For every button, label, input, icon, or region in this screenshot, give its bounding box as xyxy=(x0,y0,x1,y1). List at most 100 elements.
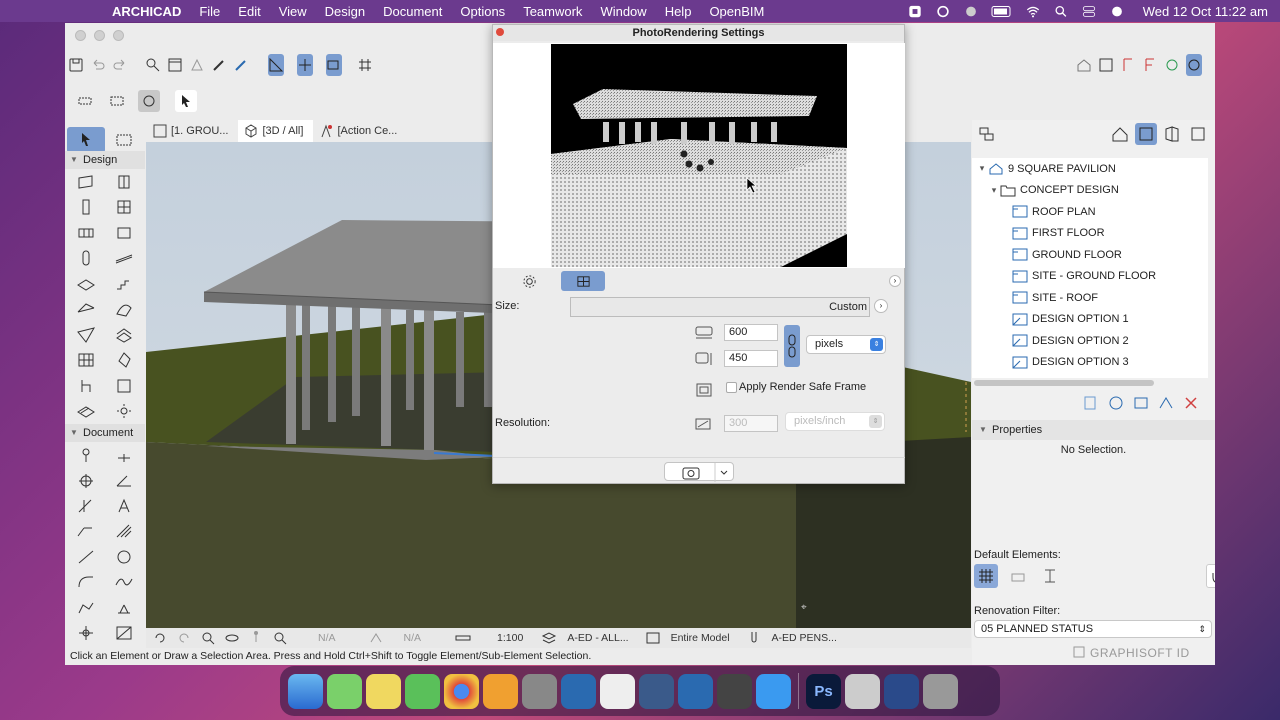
menu-document[interactable]: Document xyxy=(374,4,451,19)
siri-icon[interactable] xyxy=(1109,5,1125,18)
tree-item-design-option-1[interactable]: DESIGN OPTION 1 xyxy=(972,309,1208,331)
section-icon[interactable] xyxy=(1120,54,1136,76)
wall-icon[interactable] xyxy=(67,169,105,195)
archicad-2-icon[interactable] xyxy=(678,673,713,709)
arrow-select-icon[interactable] xyxy=(67,127,105,153)
elevation-dimension-icon[interactable] xyxy=(67,493,105,519)
battery-icon[interactable] xyxy=(991,5,1013,18)
new-folder-icon[interactable] xyxy=(1107,394,1125,412)
elevation-icon[interactable] xyxy=(1142,54,1158,76)
magic-wand-icon[interactable] xyxy=(167,54,183,76)
model-view-options[interactable]: Entire Model xyxy=(667,632,734,644)
mesh-icon[interactable] xyxy=(105,348,143,374)
level-dimension-icon[interactable] xyxy=(105,442,143,468)
floor-plan-icon[interactable] xyxy=(1098,54,1114,76)
tree-item-concept-design[interactable]: ▾ CONCEPT DESIGN xyxy=(972,180,1208,202)
redo-view-icon[interactable] xyxy=(174,630,194,646)
messages-icon[interactable] xyxy=(327,673,362,709)
dimension-icon[interactable] xyxy=(67,442,105,468)
column-icon[interactable] xyxy=(67,195,105,221)
eyedropper-icon[interactable] xyxy=(211,54,227,76)
angle-dimension-icon[interactable] xyxy=(105,468,143,494)
curtain-grid-icon[interactable] xyxy=(67,348,105,374)
size-preset-menu-icon[interactable]: › xyxy=(874,299,888,313)
tree-item-design-option-2[interactable]: DESIGN OPTION 2 xyxy=(972,330,1208,352)
reminders-icon[interactable] xyxy=(600,673,635,709)
suspend-groups-icon[interactable] xyxy=(326,54,342,76)
clone-folder-icon[interactable] xyxy=(1132,394,1150,412)
render-settings-tab-icon[interactable] xyxy=(507,271,551,291)
render-preview[interactable] xyxy=(493,43,905,268)
scale-right-value[interactable]: N/A xyxy=(400,632,426,644)
save-icon[interactable] xyxy=(68,54,84,76)
slab-icon[interactable] xyxy=(67,271,105,297)
marquee-select-icon[interactable] xyxy=(106,90,128,112)
pen-set[interactable]: A-ED PENS... xyxy=(768,632,841,644)
printer-icon[interactable] xyxy=(1006,564,1030,588)
3d-window-icon[interactable] xyxy=(1164,54,1180,76)
zone-icon[interactable] xyxy=(67,373,105,399)
railing-icon[interactable] xyxy=(105,246,143,272)
arrow-tool-icon[interactable] xyxy=(175,90,197,112)
beam-icon[interactable] xyxy=(67,220,105,246)
menubar-clock[interactable]: Wed 12 Oct 11:22 am xyxy=(1143,4,1268,19)
zoom-window-button[interactable] xyxy=(113,29,124,41)
marquee-icon[interactable] xyxy=(189,54,205,76)
tab-3d-all[interactable]: [3D / All] xyxy=(238,120,314,142)
polyline-icon[interactable] xyxy=(67,595,105,621)
pages-icon[interactable] xyxy=(483,673,518,709)
roof-icon[interactable] xyxy=(67,297,105,323)
size-unit-select[interactable]: pixels ⇕ xyxy=(806,335,886,354)
menu-help[interactable]: Help xyxy=(656,4,701,19)
size-preset-field[interactable]: Custom xyxy=(570,297,870,317)
zoom-in-icon[interactable] xyxy=(198,630,218,646)
view-settings-icon[interactable] xyxy=(1157,394,1175,412)
save-view-icon[interactable] xyxy=(1082,394,1100,412)
arc-icon[interactable] xyxy=(67,570,105,596)
snap-guides-icon[interactable] xyxy=(297,54,313,76)
tree-item-9-square-pavilion[interactable]: ▾ 9 SQUARE PAVILION xyxy=(972,158,1208,180)
element-info-icon[interactable] xyxy=(74,90,96,112)
palette-expand-icon[interactable]: › xyxy=(889,275,901,287)
status-dot-icon[interactable] xyxy=(963,5,979,18)
guide-lines-icon[interactable] xyxy=(268,54,284,76)
undo-icon[interactable] xyxy=(90,54,106,76)
menu-design[interactable]: Design xyxy=(316,4,374,19)
spotlight-search-icon[interactable] xyxy=(1053,5,1069,18)
navigator-popup-icon[interactable] xyxy=(978,125,996,143)
graphisoft-id[interactable]: GRAPHISOFT ID xyxy=(1090,646,1190,660)
tab-ground-floor[interactable]: [1. GROU... xyxy=(147,120,238,142)
render-safe-frame-label[interactable]: Apply Render Safe Frame xyxy=(739,381,866,393)
account-icon[interactable] xyxy=(1072,645,1086,659)
record-icon[interactable] xyxy=(907,5,923,18)
tree-item-ground-floor[interactable]: GROUND FLOOR xyxy=(972,244,1208,266)
layers-icon[interactable] xyxy=(539,630,559,646)
menu-view[interactable]: View xyxy=(270,4,316,19)
menu-options[interactable]: Options xyxy=(451,4,514,19)
delete-icon[interactable] xyxy=(1182,394,1200,412)
menu-file[interactable]: File xyxy=(190,4,229,19)
width-input[interactable]: 600 xyxy=(724,324,778,341)
shell-icon[interactable] xyxy=(105,297,143,323)
find-select-icon[interactable] xyxy=(145,54,161,76)
wifi-icon[interactable] xyxy=(1025,5,1041,18)
hotspot-icon[interactable] xyxy=(105,595,143,621)
chrome-icon[interactable] xyxy=(444,673,479,709)
view-map-icon[interactable] xyxy=(1135,123,1157,145)
finder-icon[interactable] xyxy=(288,673,323,709)
tree-item-site-ground-floor[interactable]: SITE - GROUND FLOOR xyxy=(972,266,1208,288)
text-tool-icon[interactable] xyxy=(105,493,143,519)
morph-icon[interactable] xyxy=(67,322,105,348)
menu-edit[interactable]: Edit xyxy=(229,4,269,19)
preview-icon[interactable] xyxy=(845,673,880,709)
navigator-scrollbar[interactable] xyxy=(974,380,1154,386)
stair-icon[interactable] xyxy=(105,271,143,297)
pavilion-document-icon[interactable] xyxy=(884,673,919,709)
line-icon[interactable] xyxy=(67,544,105,570)
curtain-wall-icon[interactable] xyxy=(67,246,105,272)
height-input[interactable]: 450 xyxy=(724,350,778,367)
menu-openbim[interactable]: OpenBIM xyxy=(700,4,773,19)
resolution-input[interactable]: 300 xyxy=(724,415,778,432)
zone-stamp-icon[interactable] xyxy=(1038,564,1062,588)
scale-ruler-icon[interactable] xyxy=(453,630,473,646)
